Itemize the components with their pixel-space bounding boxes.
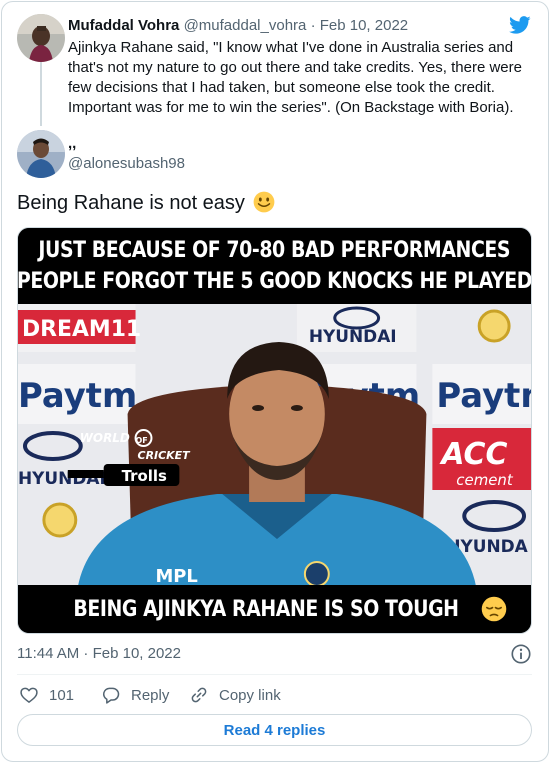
meme-top-caption: JUST BECAUSE OF 70-80 BAD PERFORMANCES P… [18, 228, 531, 304]
meme-bottom-caption: BEING AJINKYA RAHANE IS SO TOUGH [18, 585, 531, 633]
like-count: 101 [49, 686, 75, 704]
watermark-trolls: Trolls [122, 467, 167, 485]
press-conference-photo: DREAM11 HYUNDAI Paytm Paytm Paytm HYUNDA… [18, 304, 531, 587]
heart-icon [20, 687, 38, 703]
meme-caption-line-2: PEOPLE FORGOT THE 5 GOOD KNOCKS HE PLAYE… [17, 269, 532, 294]
slightly-smiling-face-icon [253, 191, 274, 213]
reply-action[interactable]: Reply [101, 683, 169, 707]
header-separator: · [310, 17, 316, 34]
meme-caption-line-1: JUST BECAUSE OF 70-80 BAD PERFORMANCES [38, 238, 511, 263]
quoted-author-avatar[interactable] [17, 14, 65, 62]
thread-connector-line [40, 62, 42, 126]
dream11-logo: DREAM11 [22, 317, 141, 342]
tweet-timestamp[interactable]: 11:44 AM · Feb 10, 2022 [17, 644, 181, 664]
quoted-author-name[interactable]: Mufaddal Vohra [68, 17, 179, 34]
twitter-bird-icon[interactable] [508, 14, 532, 36]
copy-link-label: Copy link [219, 686, 281, 704]
main-tweet-text: Being Rahane is not easy [17, 192, 245, 214]
quoted-tweet-text: Ajinkya Rahane said, "I know what I've d… [68, 39, 522, 116]
like-action[interactable]: 101 [19, 683, 74, 707]
reply-bubble-icon [102, 687, 120, 704]
quoted-tweet-date[interactable]: Feb 10, 2022 [320, 17, 408, 34]
main-author-handle[interactable]: @alonesubash98 [68, 154, 185, 174]
main-author-avatar[interactable] [17, 130, 65, 178]
main-author-name[interactable]: ,, [68, 134, 76, 154]
acc-logo: ACC [439, 437, 507, 472]
copy-link-action[interactable]: Copy link [189, 683, 281, 707]
read-replies-button[interactable]: Read 4 replies [17, 714, 532, 746]
cement-text: cement [456, 471, 514, 489]
quoted-author-handle[interactable]: @mufaddal_vohra [184, 17, 307, 34]
info-icon[interactable] [510, 643, 532, 665]
watermark-world: WORLD [80, 431, 130, 445]
tweet-media-image[interactable]: JUST BECAUSE OF 70-80 BAD PERFORMANCES P… [17, 227, 532, 634]
reply-label: Reply [131, 686, 170, 704]
main-tweet-text-row: Being Rahane is not easy [17, 190, 275, 216]
link-icon [191, 687, 207, 703]
meme-caption-bottom: BEING AJINKYA RAHANE IS SO TOUGH [72, 596, 459, 622]
paytm-logo-right: Paytm [436, 377, 531, 416]
watermark-of: OF [136, 436, 148, 445]
paytm-logo-left: Paytm [18, 377, 137, 416]
footer-divider [17, 674, 532, 675]
pensive-face-icon [482, 596, 507, 622]
jersey-mpl-text: MPL [155, 566, 197, 587]
quoted-tweet-header: Mufaddal Vohra @mufaddal_vohra · Feb 10,… [68, 16, 408, 36]
watermark-cricket: CRICKET [138, 449, 192, 462]
